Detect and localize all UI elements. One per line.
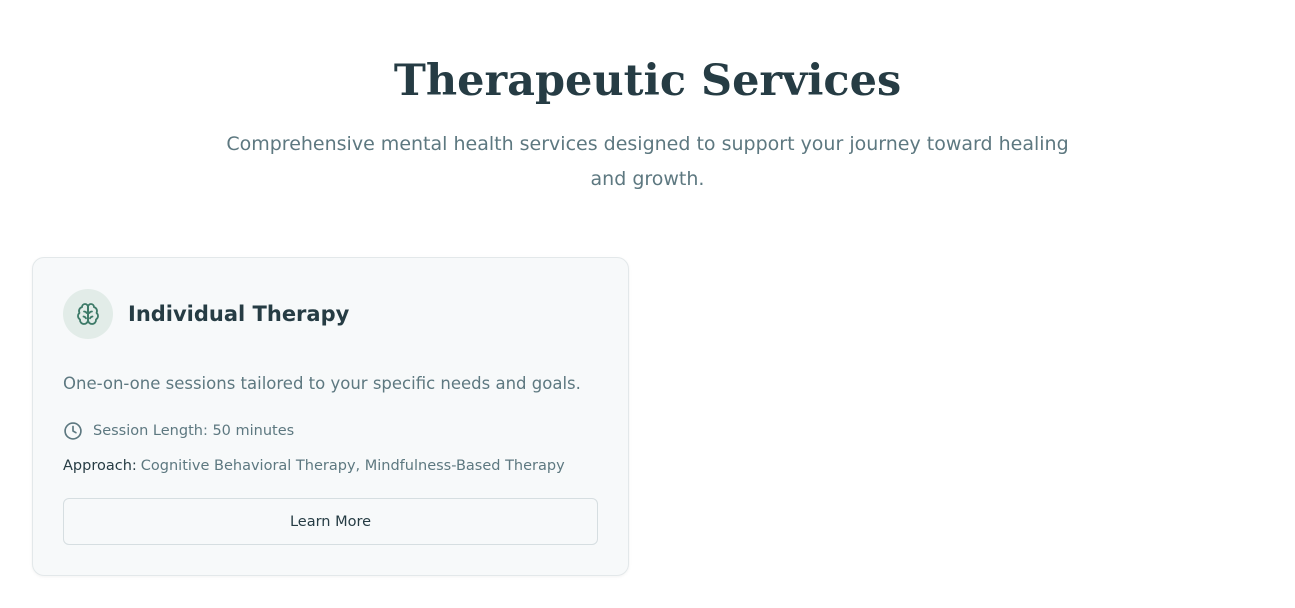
service-icon-badge — [63, 289, 113, 339]
service-description: One-on-one sessions tailored to your spe… — [63, 374, 581, 393]
page-title: Therapeutic Services — [393, 56, 902, 106]
session-length-text: Session Length: 50 minutes — [93, 423, 295, 439]
approach-value: Cognitive Behavioral Therapy, Mindfulnes… — [140, 458, 565, 474]
service-title: Individual Therapy — [128, 302, 350, 326]
clock-icon — [64, 422, 82, 440]
brain-icon — [77, 303, 99, 325]
page-subtitle: Comprehensive mental health services des… — [226, 133, 1069, 190]
service-card-individual-therapy: Individual Therapy One-on-one sessions t… — [32, 257, 629, 576]
approach-label: Approach: — [63, 458, 137, 474]
session-length-row: Session Length: 50 minutes — [63, 418, 294, 444]
learn-more-button[interactable]: Learn More — [63, 498, 598, 545]
approach-row: Approach: Cognitive Behavioral Therapy, … — [63, 453, 565, 479]
